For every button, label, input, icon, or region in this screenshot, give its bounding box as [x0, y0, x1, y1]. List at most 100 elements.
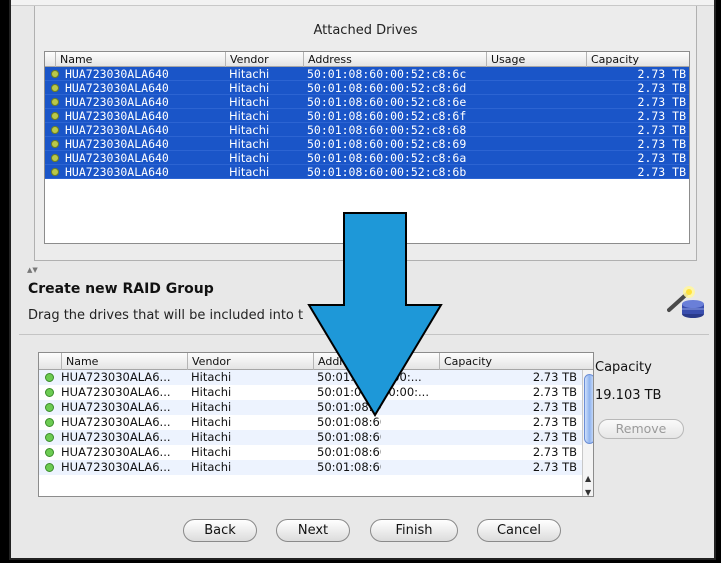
attached-drives-panel: Attached Drives Name Vendor Address Usag…: [34, 6, 697, 261]
raid-group-rows: HUA723030ALA6... Hitachi 50:01:0 8:00:... 2.…: [39, 370, 593, 475]
cell-capacity: 2.73 TB: [532, 415, 577, 429]
cell-vendor: Hitachi: [229, 151, 270, 165]
cell-usage: [490, 151, 584, 165]
split-divider-grip[interactable]: ▲▼: [27, 266, 38, 274]
column-name-header[interactable]: Name: [55, 52, 225, 67]
cell-vendor: Hitachi: [229, 81, 270, 95]
cell-usage: [490, 81, 584, 95]
cell-name: HUA723030ALA640: [65, 123, 169, 137]
scrollbar-thumb[interactable]: [584, 374, 593, 444]
cell-address: 50:01:08:60:00:52:c8:68: [307, 123, 467, 137]
remove-button[interactable]: Remove: [598, 419, 684, 439]
column-capacity-header[interactable]: Capacity: [586, 52, 690, 67]
column-address-header[interactable]: Address: [303, 52, 486, 67]
scroll-up-arrow-icon[interactable]: ▲: [585, 474, 591, 483]
cell-capacity: 2.73 TB: [532, 460, 577, 474]
table-row[interactable]: HUA723030ALA6... Hitachi 50:01:0 8:00:... 2.…: [39, 370, 593, 385]
cell-address-tail: 60:00:...: [381, 385, 429, 399]
cell-address-tail: [381, 460, 441, 475]
table-row[interactable]: HUA723030ALA6...Hitachi50:01:08:60:00:..…: [39, 430, 593, 445]
cell-name: HUA723030ALA6...: [61, 385, 171, 399]
cell-capacity: 2.73 TB: [532, 370, 577, 384]
column-usage-header[interactable]: Usage: [486, 52, 586, 67]
cell-name: HUA723030ALA640: [65, 137, 169, 151]
cell-vendor: Hitachi: [229, 67, 270, 81]
cell-address-tail: [381, 400, 441, 415]
cancel-button[interactable]: Cancel: [477, 519, 561, 542]
next-button[interactable]: Next: [276, 519, 350, 542]
table-row[interactable]: HUA723030ALA6...Hitachi50:01:08:60:00:..…: [39, 445, 593, 460]
table-row[interactable]: HUA723030ALA640 Hitachi 50:01:08:60:00:52:…: [45, 123, 689, 137]
cell-capacity: 2.73 TB: [637, 109, 686, 123]
cell-capacity: 2.73 TB: [532, 445, 577, 459]
table-row[interactable]: HUA723030ALA6...Hitachi50:01:08:60:00:..…: [39, 400, 593, 415]
table-row[interactable]: HUA723030ALA640 Hitachi 50:01:08:60:00:52:…: [45, 95, 689, 109]
cell-name: HUA723030ALA640: [65, 151, 169, 165]
attached-drives-rows: HUA723030ALA640 Hitachi 50:01:08:60:00:52:…: [45, 67, 689, 179]
cell-address-tail: 8:00:...: [381, 370, 422, 384]
cell-address-tail: [381, 445, 441, 460]
cell-name: HUA723030ALA6...: [61, 445, 171, 459]
column-capacity-header[interactable]: Capacity: [439, 353, 582, 370]
cell-address: 50:01:08:60:00:52:c8:6e: [307, 95, 467, 109]
cell-address: 50:01:0: [317, 370, 362, 384]
cell-address: 50:01:08:60:00:...: [317, 415, 381, 429]
cell-name: HUA723030ALA6...: [61, 430, 171, 444]
column-address-header[interactable]: Addre: [313, 353, 439, 370]
table-row[interactable]: HUA723030ALA640 Hitachi 50:01:08:60:00:52:…: [45, 109, 689, 123]
cell-capacity: 2.73 TB: [532, 400, 577, 414]
cell-address-tail: [381, 430, 441, 445]
table-row[interactable]: HUA723030ALA6...Hitachi50:01:08:60:00:..…: [39, 415, 593, 430]
scroll-down-arrow-icon[interactable]: ▼: [585, 488, 591, 496]
cell-vendor: Hitachi: [191, 460, 232, 474]
cell-name: HUA723030ALA6...: [61, 415, 171, 429]
cell-capacity: 2.73 TB: [637, 95, 686, 109]
column-vendor-header[interactable]: Vendor: [187, 353, 313, 370]
finish-button[interactable]: Finish: [370, 519, 458, 542]
cell-vendor: Hitachi: [191, 385, 232, 399]
table-row[interactable]: HUA723030ALA640 Hitachi 50:01:08:60:00:52:…: [45, 137, 689, 151]
cell-usage: [490, 67, 584, 81]
table-row[interactable]: HUA723030ALA640 Hitachi 50:01:08:60:00:52:…: [45, 81, 689, 95]
section-separator: [19, 334, 709, 335]
wizard-window: Attached Drives Name Vendor Address Usag…: [9, 0, 716, 560]
cell-vendor: Hitachi: [191, 370, 232, 384]
table-row[interactable]: HUA723030ALA640 Hitachi 50:01:08:60:00:52:…: [45, 151, 689, 165]
cell-name: HUA723030ALA6...: [61, 370, 171, 384]
back-button[interactable]: Back: [183, 519, 257, 542]
cell-capacity: 2.73 TB: [637, 151, 686, 165]
cell-address: 50:01:08:60:00:...: [317, 430, 381, 444]
cell-name: HUA723030ALA6...: [61, 460, 171, 474]
raid-group-table[interactable]: Name Vendor Addre Capacity HUA723030ALA6…: [38, 352, 594, 497]
drive-status-icon: [51, 70, 59, 78]
drive-status-icon: [45, 388, 54, 397]
cell-address: 50:01:08:60:00:52:c8:6f: [307, 109, 467, 123]
drive-status-icon: [51, 112, 59, 120]
column-name-header[interactable]: Name: [61, 353, 187, 370]
drive-status-icon: [45, 418, 54, 427]
cell-address: 50:01:08:60:00:...: [317, 460, 381, 474]
attached-drives-table[interactable]: Name Vendor Address Usage Capacity HUA72…: [44, 51, 690, 244]
table-header: Name Vendor Addre Capacity: [39, 353, 593, 370]
vertical-scrollbar[interactable]: ▲ ▼: [582, 370, 593, 496]
raid-group-title: Create new RAID Group: [28, 281, 214, 297]
drive-status-icon: [51, 140, 59, 148]
table-row[interactable]: HUA723030ALA6... Hitachi 50:01:08:60:00:..…: [39, 460, 593, 475]
drive-status-icon: [45, 448, 54, 457]
drive-status-icon: [45, 463, 54, 472]
cell-address-tail: [381, 415, 441, 430]
table-row[interactable]: HUA723030ALA640 Hitachi 50:01:08:60:00:52:…: [45, 165, 689, 179]
table-row[interactable]: HUA723030ALA640 Hitachi 50:01:08:60:00:52:…: [45, 67, 689, 81]
drive-status-icon: [51, 84, 59, 92]
cell-name: HUA723030ALA640: [65, 95, 169, 109]
cell-name: HUA723030ALA6...: [61, 400, 171, 414]
cell-vendor: Hitachi: [229, 95, 270, 109]
cell-address: 50:01:08:60:00:...: [317, 400, 381, 414]
cell-name: HUA723030ALA640: [65, 109, 169, 123]
cell-capacity: 2.73 TB: [637, 123, 686, 137]
column-vendor-header[interactable]: Vendor: [225, 52, 303, 67]
cell-address: 50:01:08:60:00:...: [317, 445, 381, 459]
table-row[interactable]: HUA723030ALA6... Hitachi 50:01:08: 60:00:..…: [39, 385, 593, 400]
cell-address: 50:01:08:: [317, 385, 373, 399]
cell-capacity: 2.73 TB: [637, 81, 686, 95]
